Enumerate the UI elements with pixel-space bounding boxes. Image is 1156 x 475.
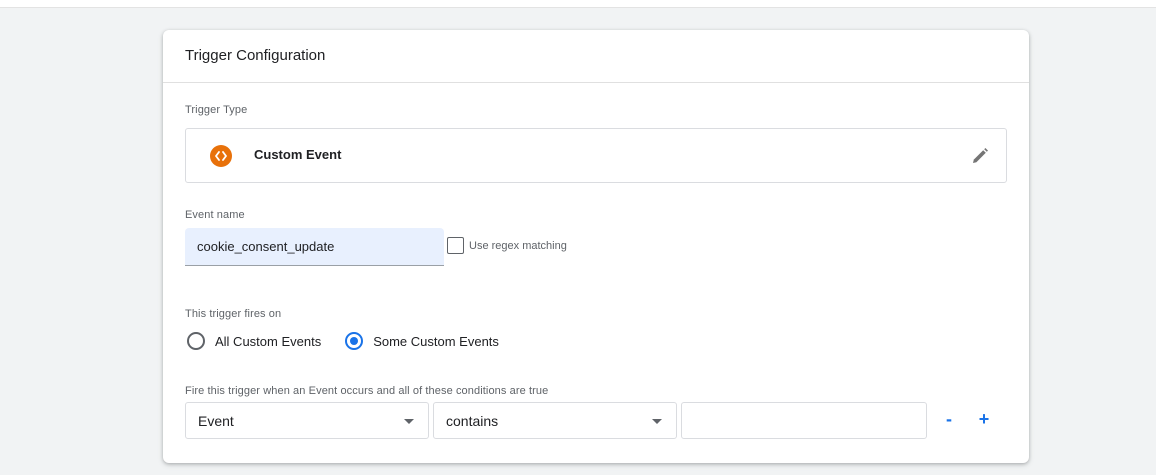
radio-some-custom-events[interactable]: Some Custom Events — [345, 332, 499, 350]
variable-select-value: Event — [198, 413, 234, 429]
radio-all-custom-events[interactable]: All Custom Events — [187, 332, 321, 350]
pencil-icon[interactable] — [970, 146, 990, 166]
top-strip — [0, 0, 1156, 8]
code-brackets-icon — [210, 145, 232, 167]
trigger-type-name: Custom Event — [254, 147, 342, 162]
dropdown-caret-icon — [652, 419, 662, 424]
trigger-configuration-card: Trigger Configuration Trigger Type Custo… — [163, 30, 1029, 463]
fires-on-radio-group: All Custom Events Some Custom Events — [187, 332, 523, 350]
regex-checkbox[interactable] — [447, 237, 464, 254]
radio-button-checked[interactable] — [345, 332, 364, 350]
trigger-type-label: Trigger Type — [185, 104, 248, 116]
trigger-type-selector[interactable]: Custom Event — [185, 128, 1007, 183]
condition-value-input[interactable] — [681, 402, 927, 439]
regex-checkbox-row[interactable]: Use regex matching — [447, 237, 567, 254]
remove-condition-button[interactable]: - — [938, 408, 960, 430]
radio-label-all: All Custom Events — [215, 333, 322, 349]
regex-checkbox-label: Use regex matching — [469, 239, 567, 252]
variable-select[interactable]: Event — [185, 402, 429, 439]
card-title: Trigger Configuration — [185, 47, 326, 64]
fires-on-label: This trigger fires on — [185, 308, 282, 320]
event-name-label: Event name — [185, 209, 245, 221]
operator-select-value: contains — [446, 413, 499, 429]
radio-button-unchecked[interactable] — [187, 332, 205, 350]
radio-label-some: Some Custom Events — [373, 333, 499, 349]
dropdown-caret-icon — [404, 419, 414, 424]
operator-select[interactable]: contains — [433, 402, 677, 439]
add-condition-button[interactable]: + — [973, 408, 995, 430]
conditions-label: Fire this trigger when an Event occurs a… — [185, 385, 549, 397]
event-name-input[interactable] — [185, 228, 444, 266]
card-header: Trigger Configuration — [163, 30, 1029, 83]
